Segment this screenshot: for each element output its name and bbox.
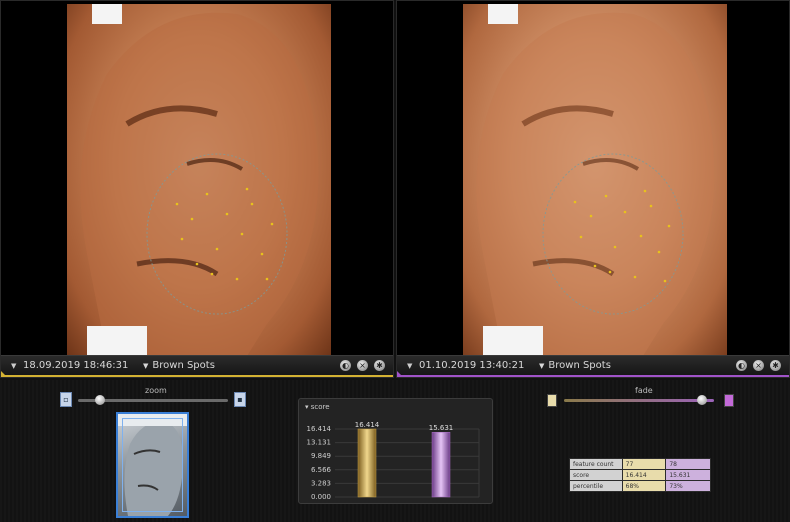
stats-cell-a: 77 (621, 458, 667, 470)
left-status-bar: ▼ 18.09.2019 18:46:31 ▼ Brown Spots ◐ × ✱ (1, 355, 393, 377)
gear-icon[interactable]: ✱ (374, 360, 385, 371)
face-image-left[interactable] (67, 4, 331, 356)
fade-right-swatch-icon[interactable] (724, 394, 734, 407)
zoom-in-icon[interactable]: ▪ (234, 392, 246, 407)
score-chart-panel: ▾ score 16.414 13.131 9.849 6.566 3.283 0.000… (298, 398, 493, 504)
right-mode-label: Brown Spots (548, 360, 611, 371)
y-tick-label: 3.283 (311, 479, 331, 487)
face-image-right[interactable] (463, 4, 727, 356)
brightness-icon[interactable]: ◐ (340, 360, 351, 371)
stats-cell-a: 68% (621, 480, 667, 492)
gear-icon[interactable]: ✱ (770, 360, 781, 371)
navigator-thumbnail[interactable] (116, 412, 189, 518)
bar-data-label: 15.631 (429, 424, 454, 432)
right-date-label[interactable]: 01.10.2019 13:40:21 (419, 360, 529, 371)
left-mode-label: Brown Spots (152, 360, 215, 371)
date-dropdown-icon[interactable]: ▼ (407, 362, 415, 370)
right-viewer[interactable]: ▼ 01.10.2019 13:40:21 ▼ Brown Spots ◐ × ✱ (396, 0, 790, 378)
y-tick-label: 16.414 (307, 425, 332, 433)
stats-cell-b: 73% (665, 480, 711, 492)
score-bar (357, 428, 377, 498)
brightness-icon[interactable]: ◐ (736, 360, 747, 371)
stats-cell-b: 15.631 (665, 469, 711, 481)
stats-row: feature count 77 78 (569, 458, 711, 470)
y-tick-label: 9.849 (311, 452, 331, 460)
y-tick-label: 6.566 (311, 466, 332, 474)
stats-cell-b: 78 (665, 458, 711, 470)
zoom-label: zoom (145, 386, 167, 395)
score-bar (431, 431, 451, 498)
fade-slider-handle[interactable] (697, 395, 707, 405)
stats-row: score 16.414 15.631 (569, 469, 711, 481)
bottom-panel: zoom ▫ ▪ ▾ score 16.414 13.131 9.849 6.566 3… (0, 380, 790, 522)
zoom-out-icon[interactable]: ▫ (60, 392, 72, 407)
left-mode-dropdown[interactable]: ▼ Brown Spots (143, 360, 263, 371)
date-dropdown-icon[interactable]: ▼ (11, 362, 19, 370)
bar-data-label: 16.414 (355, 421, 380, 429)
stats-cell-label: score (569, 469, 623, 481)
left-viewer[interactable]: ▼ 18.09.2019 18:46:31 ▼ Brown Spots ◐ × ✱ (0, 0, 394, 378)
navigator-viewport[interactable] (122, 418, 183, 512)
y-tick-label: 13.131 (307, 439, 332, 447)
fade-label: fade (635, 386, 653, 395)
close-icon[interactable]: × (753, 360, 764, 371)
score-bar-chart: 16.414 13.131 9.849 6.566 3.283 0.000 16.414 15… (307, 421, 480, 501)
fade-slider[interactable] (564, 395, 714, 405)
right-mode-dropdown[interactable]: ▼ Brown Spots (539, 360, 659, 371)
mode-dropdown-icon: ▼ (539, 362, 545, 370)
fade-left-swatch-icon[interactable] (547, 394, 557, 407)
app-window: ▼ 18.09.2019 18:46:31 ▼ Brown Spots ◐ × ✱ (0, 0, 790, 522)
stats-cell-label: feature count (569, 458, 623, 470)
y-tick-label: 0.000 (311, 493, 331, 501)
stats-cell-label: percentile (569, 480, 623, 492)
zoom-slider-handle[interactable] (94, 395, 105, 405)
mode-dropdown-icon: ▼ (143, 362, 149, 370)
close-icon[interactable]: × (357, 360, 368, 371)
stats-row: percentile 68% 73% (569, 480, 711, 492)
left-accent-marker (1, 371, 7, 377)
right-accent-marker (397, 371, 403, 377)
stats-cell-a: 16.414 (621, 469, 667, 481)
right-status-bar: ▼ 01.10.2019 13:40:21 ▼ Brown Spots ◐ × ✱ (397, 355, 789, 377)
stats-table: feature count 77 78 score 16.414 15.631 percen… (569, 458, 711, 492)
left-date-label[interactable]: 18.09.2019 18:46:31 (23, 360, 133, 371)
zoom-slider[interactable] (78, 395, 228, 405)
